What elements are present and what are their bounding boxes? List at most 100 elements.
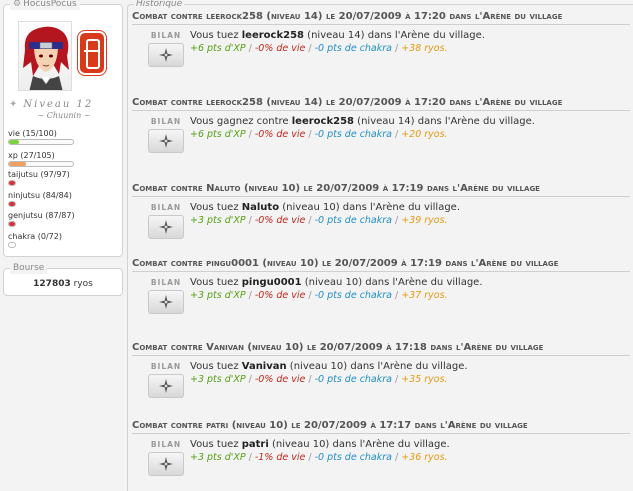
gain-chakra: -0 pts de chakra [314,215,392,226]
shuriken-icon[interactable] [148,374,184,398]
opponent-name[interactable]: leerock258 [292,116,354,127]
result-suffix: (niveau 10) dans l'Arène du village. [268,439,450,450]
opponent-name[interactable]: patri [242,439,269,450]
result-prefix: Vous tuez [190,202,242,213]
stat-label: taijutsu (97/97) [8,170,70,179]
gain-ryos: +37 ryos. [401,290,448,301]
gain-separator: / [248,374,252,385]
combat-entry: Combat contre leerock258 (niveau 14) le … [132,11,630,69]
gain-separator: / [308,290,312,301]
shuriken-icon[interactable] [148,215,184,239]
opponent-name[interactable]: pingu0001 [242,277,302,288]
stat-vie: vie (15/100) [8,129,118,145]
result-suffix: (niveau 10) dans l'Arène du village. [279,202,461,213]
bourse-line: 127803 ryos [4,279,122,289]
result-prefix: Vous gagnez contre [190,116,292,127]
combat-detail: BILAN Vous gagnez contre leerock258 (nive… [132,113,630,155]
gain-separator: / [248,43,252,54]
combat-result: Vous tuez patri (niveau 10) dans l'Arène… [190,438,450,451]
combat-title: Combat contre leerock258 (niveau 14) le … [132,97,630,111]
stat-bar-chakra [8,242,16,248]
shuriken-icon[interactable] [148,290,184,314]
stat-genjutsu: genjutsu (87/87) [8,211,118,227]
combat-title: Combat contre Vanivan (niveau 10) le 20/… [132,342,630,356]
shuriken-icon[interactable] [148,43,184,67]
combat-title: Combat contre pingu0001 (niveau 10) le 2… [132,258,630,272]
bilan-button[interactable]: BILAN [146,278,186,314]
combat-detail: BILAN Vous tuez Naluto (niveau 10) dans l… [132,199,630,241]
avatar[interactable] [18,21,72,91]
gain-chakra: -0 pts de chakra [314,129,392,140]
historique-panel: Historique Combat contre leerock258 (niv… [127,0,633,491]
combat-entry: Combat contre patri (niveau 10) le 20/07… [132,420,630,478]
gain-separator: / [308,374,312,385]
shuriken-icon[interactable] [148,129,184,153]
combat-gains: +3 pts d'XP / -1% de vie / -0 pts de chakra /… [190,451,448,464]
combat-detail: BILAN Vous tuez leerock258 (niveau 14) da… [132,27,630,69]
stat-bar-ninjutsu [8,201,16,207]
bourse-unit: ryos [73,279,93,289]
bilan-label: BILAN [150,278,182,287]
gain-xp: +3 pts d'XP [190,452,246,463]
gain-ryos: +35 ryos. [401,374,448,385]
combat-result: Vous gagnez contre leerock258 (niveau 14… [190,115,535,128]
player-legend: ⚙ HocusPocus [10,0,80,10]
gain-separator: / [248,129,252,140]
shuriken-small-icon: ✦ [9,98,18,110]
bilan-button[interactable]: BILAN [146,362,186,398]
result-prefix: Vous tuez [190,30,242,41]
bourse-title: Bourse [13,263,45,273]
gain-xp: +3 pts d'XP [190,290,246,301]
combat-entry: Combat contre Naluto (niveau 10) le 20/0… [132,183,630,241]
gain-chakra: -0 pts de chakra [314,43,392,54]
bilan-button[interactable]: BILAN [146,440,186,476]
combat-gains: +3 pts d'XP / -0% de vie / -0 pts de chakra /… [190,214,448,227]
stat-bar-xp [8,161,74,167]
combat-title: Combat contre Naluto (niveau 10) le 20/0… [132,183,630,197]
player-rank: ~ Chuunin ~ [37,111,91,120]
gain-xp: +6 pts d'XP [190,43,246,54]
gain-vie: -0% de vie [254,290,306,301]
opponent-name[interactable]: Vanivan [242,361,287,372]
historique-title: Historique [134,0,185,9]
bilan-label: BILAN [150,440,182,449]
gain-separator: / [308,452,312,463]
combat-gains: +3 pts d'XP / -0% de vie / -0 pts de chakra /… [190,373,448,386]
result-suffix: (niveau 10) dans l'Arène du village. [286,361,468,372]
gain-separator: / [394,43,399,54]
combat-result: Vous tuez leerock258 (niveau 14) dans l'… [190,29,485,42]
opponent-name[interactable]: leerock258 [242,30,304,41]
gain-vie: -0% de vie [254,215,306,226]
gain-separator: / [394,452,399,463]
stat-bar-taijutsu [8,180,16,186]
stat-ninjutsu: ninjutsu (84/84) [8,191,118,207]
stat-taijutsu: taijutsu (97/97) [8,170,118,186]
bilan-button[interactable]: BILAN [146,31,186,67]
opponent-name[interactable]: Naluto [242,202,279,213]
bilan-button[interactable]: BILAN [146,117,186,153]
stat-bar-genjutsu [8,221,16,227]
bourse-amount: 127803 [33,279,71,289]
gain-vie: -0% de vie [254,43,306,54]
result-prefix: Vous tuez [190,361,242,372]
combat-detail: BILAN Vous tuez Vanivan (niveau 10) dans … [132,358,630,400]
stat-label: ninjutsu (84/84) [8,191,72,200]
player-name[interactable]: HocusPocus [23,0,77,10]
bilan-label: BILAN [150,203,182,212]
gear-icon[interactable]: ⚙ [13,0,21,10]
combat-entry: Combat contre Vanivan (niveau 10) le 20/… [132,342,630,400]
level-row: ✦ Niveau 12 [9,98,121,110]
bilan-button[interactable]: BILAN [146,203,186,239]
combat-detail: BILAN Vous tuez patri (niveau 10) dans l'… [132,436,630,478]
stat-chakra: chakra (0/72) [8,232,118,248]
result-suffix: (niveau 14) dans l'Arène du village. [304,30,485,41]
gain-separator: / [308,215,312,226]
bourse-legend: Bourse [10,263,48,274]
gain-separator: / [248,215,252,226]
shuriken-icon[interactable] [148,452,184,476]
gain-xp: +3 pts d'XP [190,215,246,226]
combat-gains: +6 pts d'XP / -0% de vie / -0 pts de chakra /… [190,42,448,55]
gain-xp: +6 pts d'XP [190,129,246,140]
gain-xp: +3 pts d'XP [190,374,246,385]
gain-chakra: -0 pts de chakra [314,452,392,463]
